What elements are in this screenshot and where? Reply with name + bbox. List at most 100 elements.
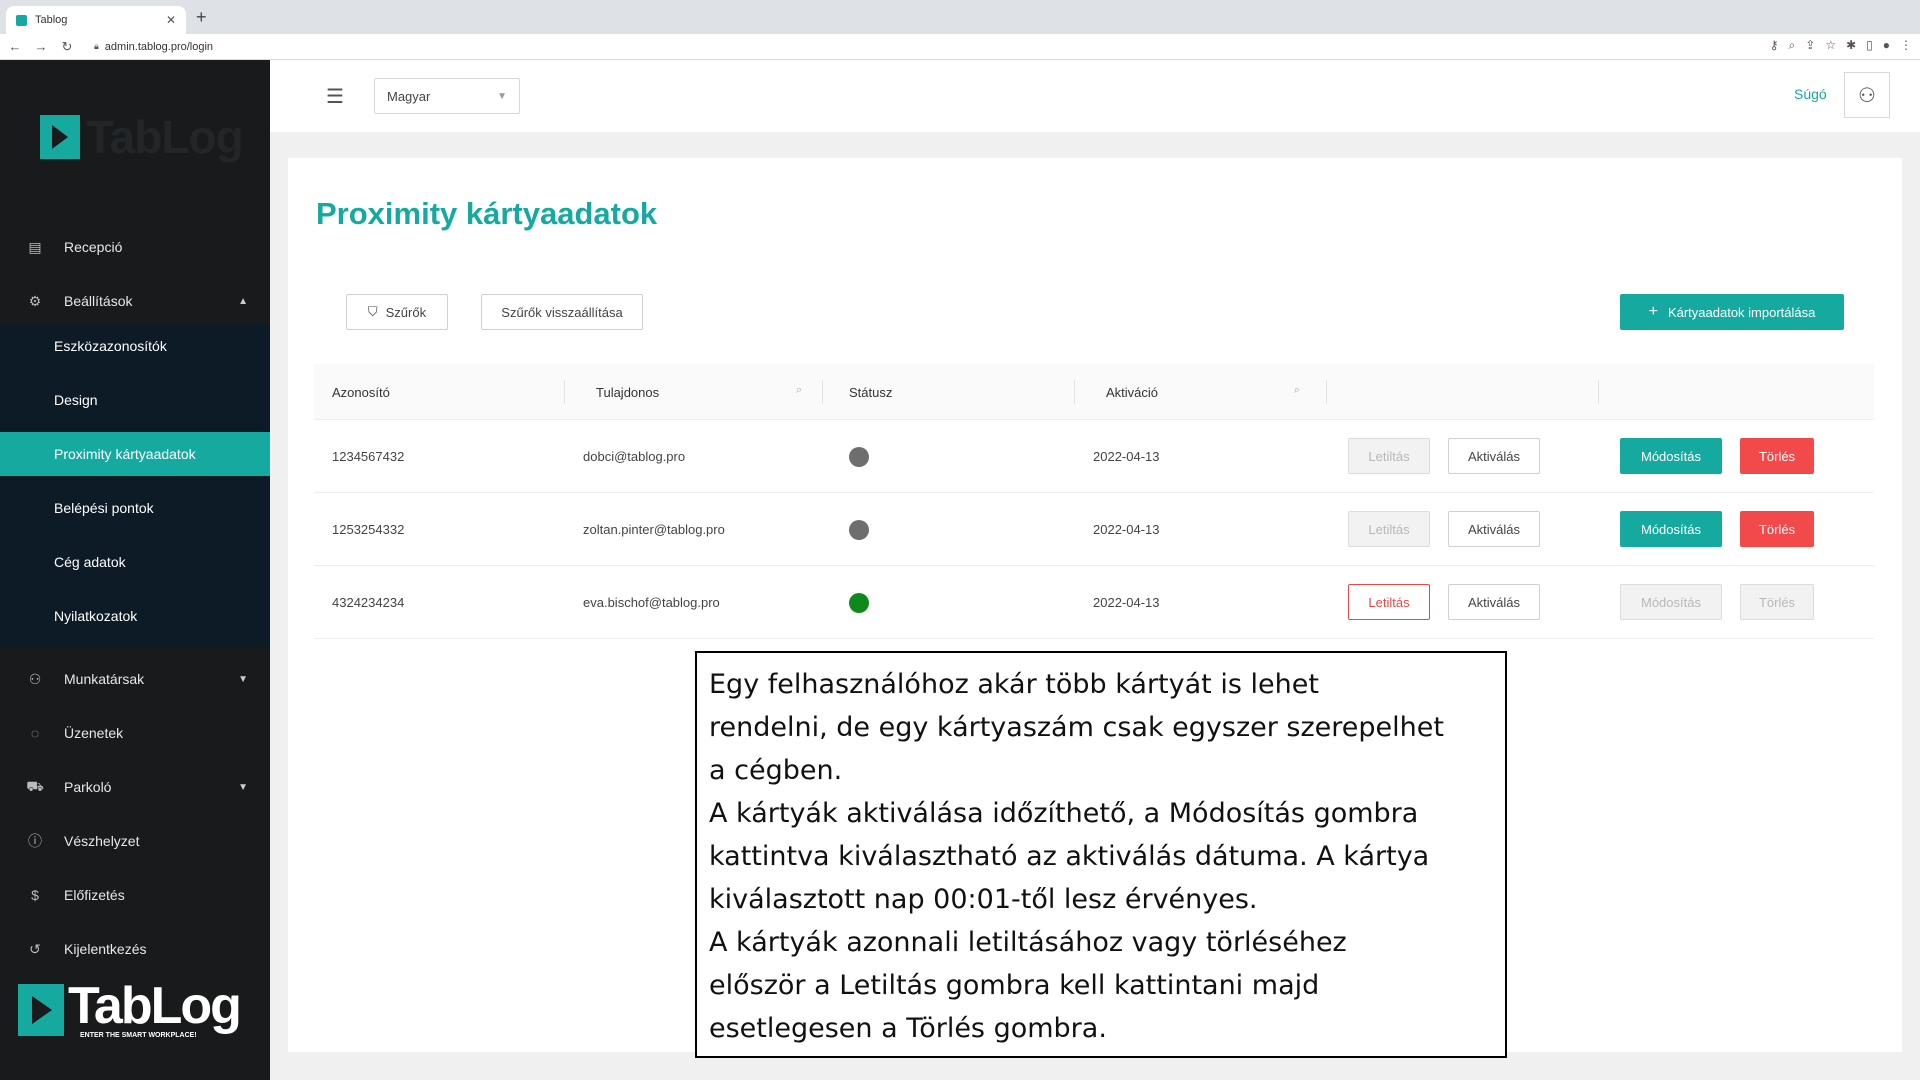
chevron-up-icon: ▲ [238,295,248,307]
caption-line: A kártyák aktiválása időzíthető, a Módos… [709,798,1419,829]
back-icon[interactable]: ← [4,39,26,54]
browser-menu-icon[interactable]: ⋮ [1900,38,1912,53]
settings-submenu: Eszközazonosítók Design Proximity kártya… [0,324,270,648]
sidebar-item-elofizetes[interactable]: $ Előfizetés [0,868,270,922]
filters-button[interactable]: ⛉ Szűrők [346,294,448,330]
user-icon: ⚇ [28,670,42,687]
submenu-item-ceg-adatok[interactable]: Cég adatok [0,540,270,584]
submenu-item-label: Design [54,392,98,408]
sidebar-item-label: Parkoló [64,779,112,795]
new-tab-icon[interactable]: + [196,7,207,28]
activate-label: Aktiválás [1467,521,1521,537]
close-tab-icon[interactable]: ✕ [166,13,176,27]
caption-line: esetlegesen a Törlés gombra. [709,1013,1107,1044]
bottom-logo-name: TabLog [68,977,242,1035]
gear-icon: ⚙ [28,292,42,309]
activate-label: Aktiválás [1467,594,1521,610]
delete-button[interactable]: Törlés [1740,438,1814,474]
activation-search-icon[interactable]: ⌕ [1294,384,1300,397]
sidepanel-icon[interactable]: ▯ [1866,38,1873,53]
tablog-logo-icon [18,983,64,1036]
document-icon: ▤ [28,238,42,255]
submenu-item-nyilatkozatok[interactable]: Nyilatkozatok [0,594,270,638]
language-select[interactable]: Magyar ▼ [374,78,520,114]
table-row: 1253254332 zoltan.pinter@tablog.pro 2022… [314,493,1874,566]
sidebar-item-label: Üzenetek [64,725,124,741]
zoom-icon[interactable]: ⌕ [1789,38,1796,53]
edit-button[interactable]: Módosítás [1620,584,1722,620]
activate-button[interactable]: Aktiválás [1448,438,1540,474]
collapse-menu-icon[interactable]: ☰ [326,84,344,109]
help-link[interactable]: Súgó [1794,86,1827,102]
card-id: 1253254332 [332,521,405,537]
submenu-item-eszkozazonositok[interactable]: Eszközazonosítók [0,324,270,368]
owner-search-icon[interactable]: ⌕ [796,384,802,397]
column-divider [1074,380,1075,404]
reload-icon[interactable]: ↻ [56,39,78,55]
edit-label: Módosítás [1641,521,1701,537]
activation-date: 2022-04-13 [1093,448,1160,464]
chevron-down-icon: ▼ [497,90,507,102]
block-button[interactable]: Letiltás [1348,438,1430,474]
delete-button[interactable]: Törlés [1740,511,1814,547]
submenu-item-design[interactable]: Design [0,378,270,422]
import-cards-button[interactable]: + Kártyaadatok importálása [1620,294,1844,330]
activate-button[interactable]: Aktiválás [1448,584,1540,620]
sidebar-item-veszhelyzet[interactable]: ⓘ Vészhelyzet [0,814,270,868]
share-icon[interactable]: ⇪ [1805,38,1815,53]
filter-icon: ⛉ [367,304,378,319]
profile-icon[interactable]: ● [1883,38,1890,53]
browser-toolbar: ← → ↻ 🔒︎ admin.tablog.pro/login ⚷ ⌕ ⇪ ☆ … [0,34,1920,60]
column-header-activation: Aktiváció [1106,384,1159,400]
block-button[interactable]: Letiltás [1348,511,1430,547]
sidebar-item-label: Vészhelyzet [64,833,140,849]
column-divider [822,380,823,404]
sidebar-item-beallitasok[interactable]: ⚙ Beállítások ▲ [0,274,270,328]
card-owner: zoltan.pinter@tablog.pro [583,521,725,537]
key-icon[interactable]: ⚷ [1770,38,1779,53]
caption-line: kiválasztott nap 00:01-től lesz érvényes… [709,884,1258,915]
edit-label: Módosítás [1641,594,1701,610]
address-bar[interactable]: 🔒︎ admin.tablog.pro/login [94,41,213,53]
sidebar-item-uzenetek[interactable]: ◌ Üzenetek [0,706,270,760]
delete-button[interactable]: Törlés [1740,584,1814,620]
user-profile-button[interactable]: ⚇ [1844,72,1890,118]
block-label: Letiltás [1368,594,1410,610]
caption-line: Egy felhasználóhoz akár több kártyát is … [709,669,1319,700]
sidebar-item-recepcio[interactable]: ▤ Recepció [0,220,270,274]
submenu-item-label: Belépési pontok [54,500,154,516]
sidebar-item-label: Beállítások [64,293,133,309]
sidebar: TabLog ▤ Recepció ⚙ Beállítások ▲ Eszköz… [0,60,270,1080]
user-icon: ⚇ [1858,84,1876,107]
column-header-status: Státusz [849,384,893,400]
submenu-item-proximity[interactable]: Proximity kártyaadatok [0,432,270,476]
extensions-icon[interactable]: ✱ [1846,38,1856,53]
submenu-item-belepesi-pontok[interactable]: Belépési pontok [0,486,270,530]
submenu-item-label: Proximity kártyaadatok [54,446,196,462]
edit-button[interactable]: Módosítás [1620,511,1722,547]
activate-button[interactable]: Aktiválás [1448,511,1540,547]
table-header: Azonosító Tulajdonos ⌕ Státusz Aktiváció… [314,364,1874,420]
forward-icon[interactable]: → [30,39,52,54]
browser-tab[interactable]: Tablog ✕ [6,6,186,34]
block-button[interactable]: Letiltás [1348,584,1430,620]
sidebar-item-munkatarsak[interactable]: ⚇ Munkatársak ▼ [0,652,270,706]
sidebar-item-kijelentkezes[interactable]: ↺ Kijelentkezés [0,922,270,976]
edit-button[interactable]: Módosítás [1620,438,1722,474]
alert-icon: ⓘ [28,833,42,849]
browser-tab-strip: Tablog ✕ + [0,0,1920,34]
reset-filters-button[interactable]: Szűrők visszaállítása [481,294,643,330]
sidebar-item-parkolo[interactable]: ⛟ Parkoló ▼ [0,760,270,814]
table-row: 1234567432 dobci@tablog.pro 2022-04-13 L… [314,420,1874,493]
star-icon[interactable]: ☆ [1825,38,1836,53]
block-label: Letiltás [1368,448,1410,464]
import-cards-label: Kártyaadatok importálása [1667,304,1816,320]
logout-icon: ↺ [29,940,41,957]
activation-date: 2022-04-13 [1093,594,1160,610]
instruction-caption: Egy felhasználóhoz akár több kártyát is … [695,651,1507,1058]
block-label: Letiltás [1368,521,1410,537]
logo-text: TabLog [86,111,244,163]
sidebar-logo[interactable]: TabLog [40,110,244,164]
url-text: admin.tablog.pro/login [104,40,214,53]
plus-icon: + [1648,303,1658,320]
